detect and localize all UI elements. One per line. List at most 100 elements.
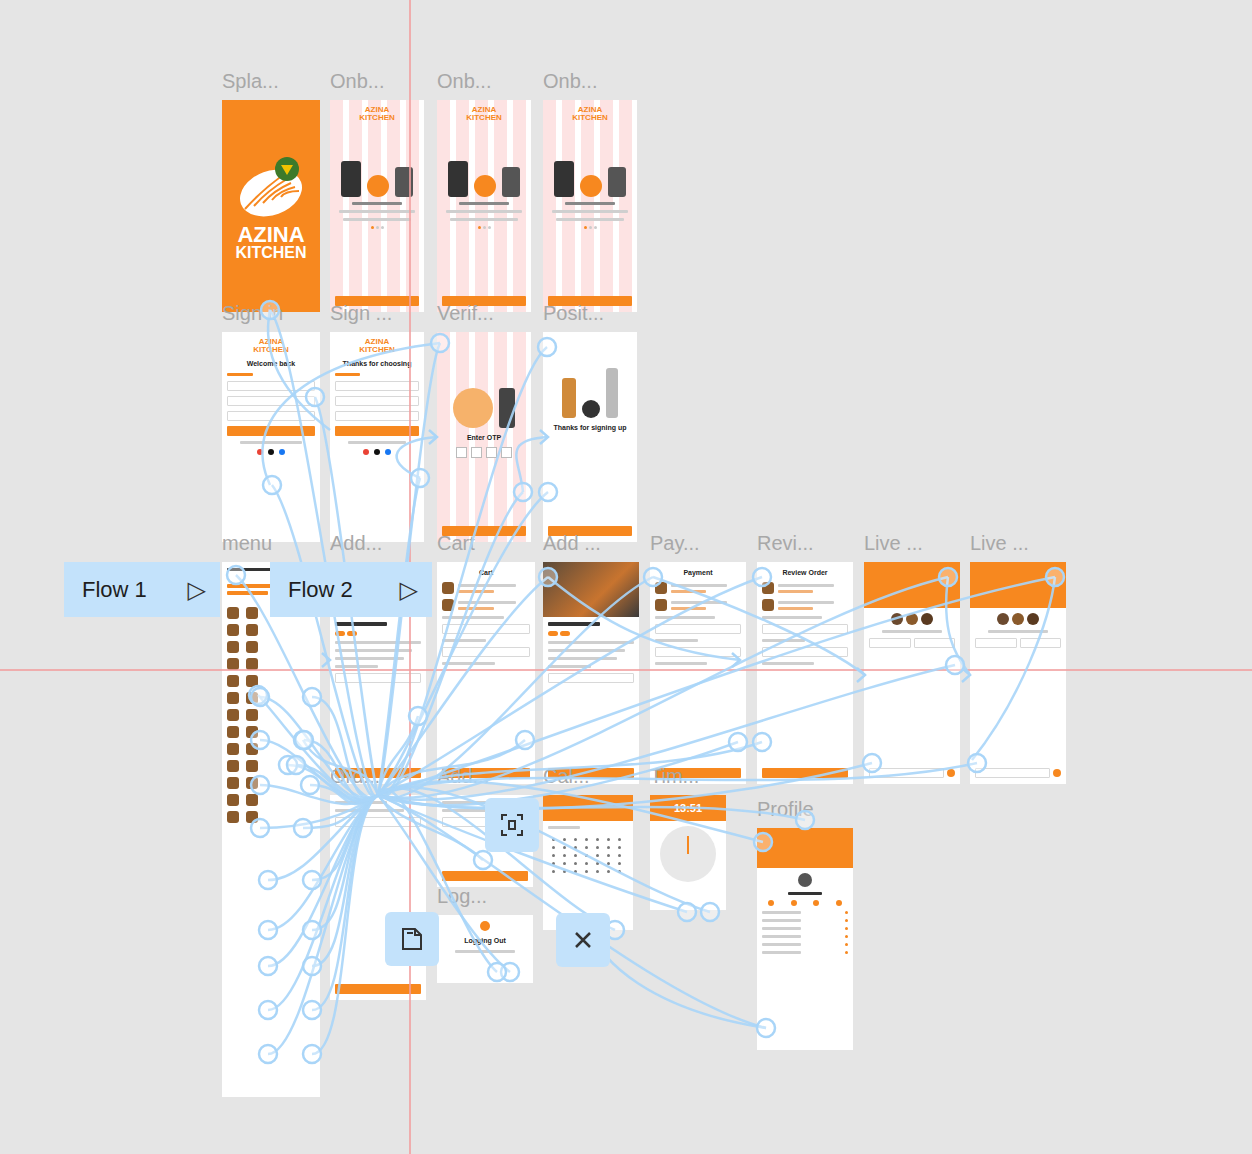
screen-frame[interactable]: Review Order	[757, 562, 853, 784]
facebook-icon[interactable]	[279, 449, 285, 455]
frame-label[interactable]: Onb...	[437, 70, 491, 92]
connection-node[interactable]	[753, 568, 771, 586]
frame-label[interactable]: Add...	[330, 532, 382, 554]
connection-node[interactable]	[303, 871, 321, 889]
connection-node[interactable]	[294, 731, 312, 749]
connection-node[interactable]	[754, 833, 772, 851]
screen-frame[interactable]: AZINAKITCHEN	[222, 100, 320, 312]
overlay-badge[interactable]	[385, 912, 439, 966]
connection-node[interactable]	[303, 1001, 321, 1019]
connection-node[interactable]	[261, 301, 279, 319]
otp-box[interactable]	[501, 447, 512, 458]
connection-node[interactable]	[516, 731, 534, 749]
profile-menu-row[interactable]	[762, 919, 848, 922]
connection-node[interactable]	[303, 957, 321, 975]
connection-node[interactable]	[939, 568, 957, 586]
screen-frame[interactable]: AZINAKITCHENWelcome back	[222, 332, 320, 542]
screen-frame[interactable]	[330, 795, 426, 1000]
connection-node[interactable]	[259, 1001, 277, 1019]
connection-node[interactable]	[946, 656, 964, 674]
connection-node[interactable]	[678, 903, 696, 921]
screen-frame[interactable]: AZINAKITCHEN	[330, 100, 424, 312]
connection-node[interactable]	[1046, 568, 1064, 586]
screen-frame[interactable]: Enter OTP	[437, 332, 531, 542]
connection-node[interactable]	[259, 871, 277, 889]
profile-menu-row[interactable]	[762, 951, 848, 954]
profile-menu-row[interactable]	[762, 911, 848, 914]
connection-node[interactable]	[263, 476, 281, 494]
frame-label[interactable]: Live ...	[970, 532, 1029, 554]
otp-box[interactable]	[486, 447, 497, 458]
connection-node[interactable]	[539, 483, 557, 501]
screen-frame[interactable]: Logging Out	[437, 915, 533, 983]
connection-node[interactable]	[259, 921, 277, 939]
frame-label[interactable]: Posit...	[543, 302, 604, 324]
frame-label[interactable]: Sign in	[222, 302, 283, 324]
google-icon[interactable]	[257, 449, 263, 455]
screen-frame[interactable]: Thanks for signing up	[543, 332, 637, 542]
connection-node[interactable]	[249, 686, 267, 704]
connection-node[interactable]	[227, 566, 245, 584]
prototype-canvas[interactable]: Spla... AZINAKITCHEN Onb... AZINAKITCHEN Onb…	[0, 0, 1252, 1154]
frame-label[interactable]: Onb...	[330, 70, 384, 92]
otp-box[interactable]	[471, 447, 482, 458]
frame-label[interactable]: Ord...	[330, 765, 380, 787]
frame-label[interactable]: Profile	[757, 798, 814, 820]
connection-node[interactable]	[431, 334, 449, 352]
connection-node[interactable]	[251, 688, 269, 706]
frame-label[interactable]: menu	[222, 532, 272, 554]
frame-label[interactable]: Log...	[437, 885, 487, 907]
profile-menu-row[interactable]	[762, 943, 848, 946]
connection-node[interactable]	[259, 957, 277, 975]
connection-node[interactable]	[501, 963, 519, 981]
frame-label[interactable]: Spla...	[222, 70, 279, 92]
connection-node[interactable]	[295, 731, 313, 749]
screen-frame[interactable]	[970, 562, 1066, 784]
frame-label[interactable]: Cal...	[543, 765, 590, 787]
connection-node[interactable]	[251, 731, 269, 749]
screen-frame[interactable]	[543, 795, 633, 930]
screen-frame[interactable]: Cart	[437, 562, 535, 784]
connection-node[interactable]	[474, 851, 492, 869]
screen-frame[interactable]: 13:51	[650, 795, 726, 910]
connection-node[interactable]	[411, 469, 429, 487]
apple-icon[interactable]	[268, 449, 274, 455]
frame-label[interactable]: Add...	[437, 765, 489, 787]
otp-box[interactable]	[456, 447, 467, 458]
overlay-badge[interactable]	[556, 913, 610, 967]
frame-label[interactable]: Cart	[437, 532, 475, 554]
clock-face[interactable]	[660, 826, 716, 882]
frame-label[interactable]: Revi...	[757, 532, 814, 554]
input-field[interactable]	[335, 381, 419, 391]
connection-node[interactable]	[251, 776, 269, 794]
continue-button[interactable]	[762, 768, 848, 778]
input-field[interactable]	[227, 381, 315, 391]
frame-label[interactable]: Pay...	[650, 532, 700, 554]
connection-node[interactable]	[294, 819, 312, 837]
google-icon[interactable]	[363, 449, 369, 455]
connection-node[interactable]	[306, 388, 324, 406]
connection-node[interactable]	[753, 733, 771, 751]
connection-node[interactable]	[701, 903, 719, 921]
calendar-grid[interactable]	[548, 834, 628, 877]
connection-node[interactable]	[644, 568, 662, 586]
connection-node[interactable]	[968, 754, 986, 772]
connection-node[interactable]	[409, 707, 427, 725]
connection-node[interactable]	[729, 733, 747, 751]
profile-menu-row[interactable]	[762, 927, 848, 930]
overlay-badge[interactable]	[485, 798, 539, 852]
connection-node[interactable]	[259, 1045, 277, 1063]
frame-label[interactable]: Live ...	[864, 532, 923, 554]
input-field[interactable]	[335, 411, 419, 421]
connection-node[interactable]	[539, 568, 557, 586]
connection-node[interactable]	[251, 819, 269, 837]
frame-label[interactable]: Onb...	[543, 70, 597, 92]
apple-icon[interactable]	[374, 449, 380, 455]
screen-frame[interactable]: AZINAKITCHEN	[437, 100, 531, 312]
screen-frame[interactable]: AZINAKITCHENThanks for choosing	[330, 332, 424, 542]
flow-button[interactable]: Flow 2▷	[270, 562, 432, 617]
facebook-icon[interactable]	[385, 449, 391, 455]
connection-node[interactable]	[279, 756, 297, 774]
connection-node[interactable]	[303, 1045, 321, 1063]
connection-node[interactable]	[287, 756, 305, 774]
